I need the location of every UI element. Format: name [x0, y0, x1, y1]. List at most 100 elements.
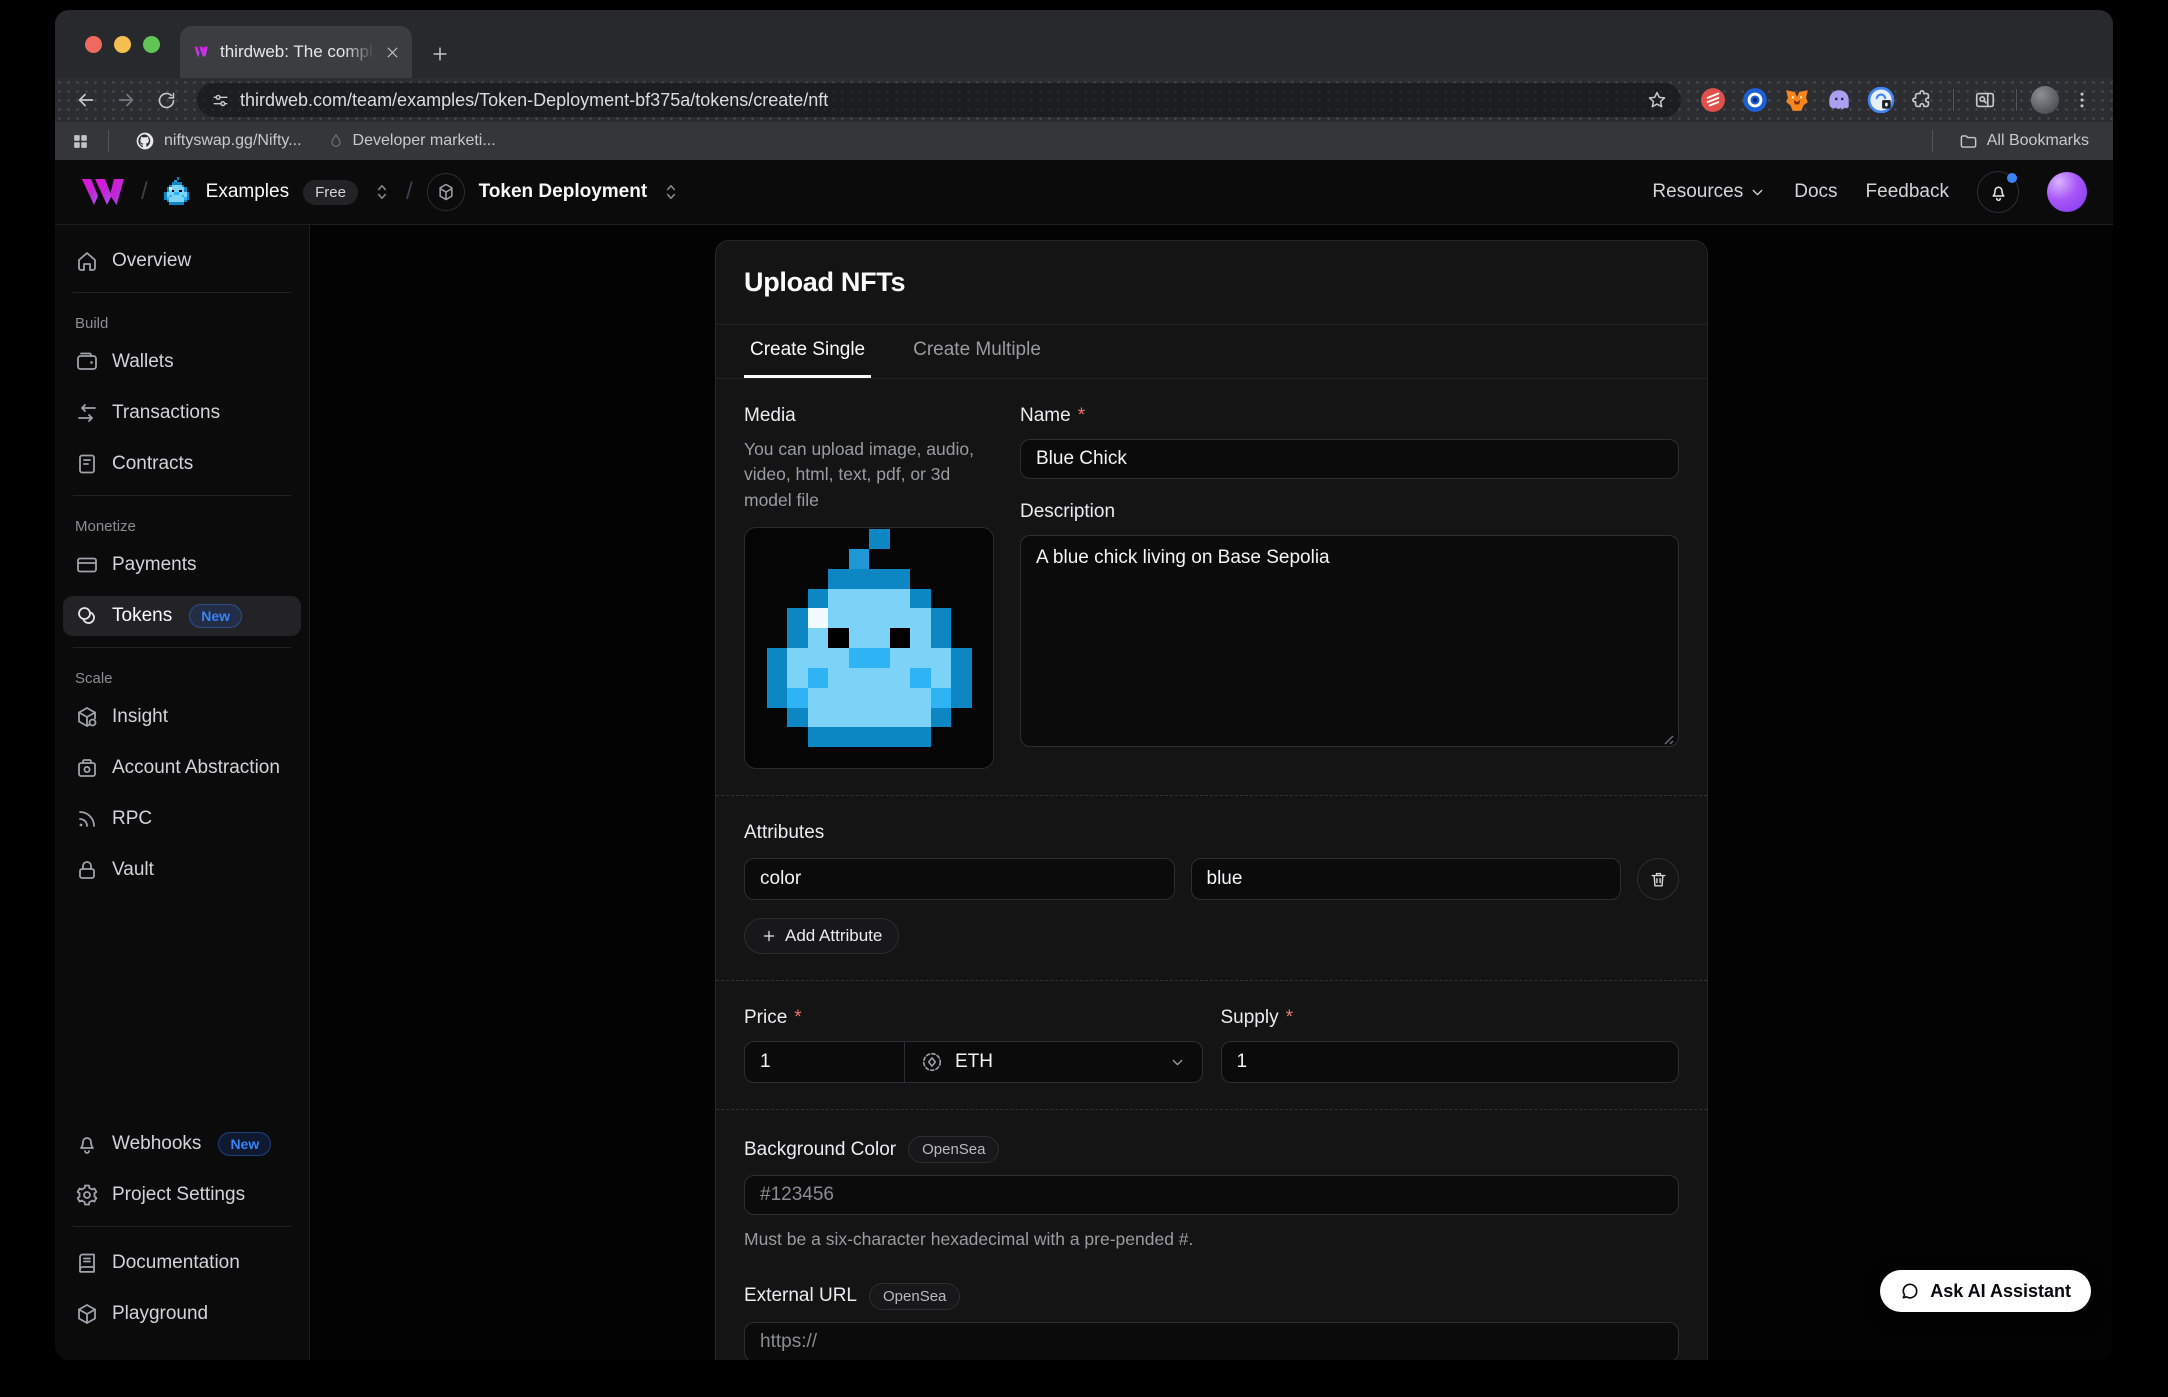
zoom-window-button[interactable]: [143, 36, 160, 53]
browser-menu-kebab-icon[interactable]: [2065, 83, 2099, 117]
contract-icon: [75, 452, 99, 476]
browser-profile-avatar[interactable]: [2031, 86, 2059, 114]
smart-wallet-icon: [75, 756, 99, 780]
name-description-column: Name * Description A blue chick living o…: [1020, 405, 1679, 769]
media-label: Media: [744, 405, 994, 427]
address-bar[interactable]: thirdweb.com/team/examples/Token-Deploym…: [197, 83, 1681, 117]
all-bookmarks-button[interactable]: All Bookmarks: [1951, 132, 2097, 151]
bell-icon: [1988, 182, 2009, 203]
breadcrumb-separator-2: /: [406, 178, 413, 206]
plus-icon: [761, 928, 777, 944]
extension-blue-ring-icon[interactable]: [1742, 87, 1768, 113]
ask-ai-assistant-button[interactable]: Ask AI Assistant: [1880, 1270, 2091, 1312]
sidebar-item-playground[interactable]: Playground: [63, 1294, 301, 1334]
sidebar-item-project-settings[interactable]: Project Settings: [63, 1175, 301, 1215]
sidebar-section-scale: Scale: [63, 664, 301, 697]
minimize-window-button[interactable]: [114, 36, 131, 53]
metamask-icon[interactable]: [1784, 87, 1810, 113]
sidebar: Overview Build Wallets Transactions Co: [55, 225, 310, 1360]
description-textarea[interactable]: A blue chick living on Base Sepolia: [1020, 535, 1679, 747]
bookmark-niftyswap[interactable]: niftyswap.gg/Nifty...: [127, 131, 310, 151]
supply-input[interactable]: [1221, 1041, 1680, 1083]
sidebar-section-monetize: Monetize: [63, 512, 301, 545]
resources-menu[interactable]: Resources: [1652, 181, 1766, 203]
extension-red-icon[interactable]: [1700, 87, 1726, 113]
external-url-label: External URL: [744, 1285, 857, 1307]
forward-icon[interactable]: [109, 83, 143, 117]
sidebar-item-transactions[interactable]: Transactions: [63, 393, 301, 433]
sidebar-item-tokens[interactable]: Tokens New: [63, 596, 301, 636]
sidebar-item-account-abstraction[interactable]: Account Abstraction: [63, 748, 301, 788]
github-icon: [135, 131, 155, 151]
apps-grid-icon[interactable]: [71, 132, 90, 151]
bookmark-label: niftyswap.gg/Nifty...: [164, 132, 302, 150]
extension-lock-icon[interactable]: [1868, 87, 1894, 113]
media-column: Media You can upload image, audio, video…: [744, 405, 994, 769]
sidebar-item-contracts[interactable]: Contracts: [63, 444, 301, 484]
new-tab-button[interactable]: [430, 44, 450, 64]
sidebar-divider: [73, 1226, 291, 1227]
add-attribute-button[interactable]: Add Attribute: [744, 918, 899, 954]
feedback-link[interactable]: Feedback: [1866, 181, 1949, 203]
new-badge: New: [189, 604, 242, 628]
header-actions: Resources Docs Feedback: [1652, 171, 2087, 213]
team-name[interactable]: Examples: [206, 181, 289, 203]
chevron-down-icon: [1169, 1054, 1186, 1071]
price-input[interactable]: [745, 1042, 905, 1082]
sidebar-item-insight[interactable]: Insight: [63, 697, 301, 737]
external-url-input[interactable]: [744, 1322, 1679, 1361]
team-switcher-icon[interactable]: [372, 182, 392, 202]
attribute-row: [744, 858, 1679, 900]
sidebar-item-payments[interactable]: Payments: [63, 545, 301, 585]
thirdweb-logo[interactable]: [81, 177, 127, 207]
trash-icon: [1649, 870, 1668, 889]
tab-create-multiple[interactable]: Create Multiple: [907, 325, 1047, 378]
phantom-icon[interactable]: [1826, 87, 1852, 113]
sidebar-item-vault[interactable]: Vault: [63, 850, 301, 890]
tab-create-single[interactable]: Create Single: [744, 325, 871, 378]
lock-icon: [75, 858, 99, 882]
page-title: Upload NFTs: [744, 267, 1679, 298]
project-icon: [427, 173, 465, 211]
home-icon: [75, 249, 99, 273]
webhook-bell-icon: [75, 1132, 99, 1156]
rss-icon: [75, 807, 99, 831]
docs-link[interactable]: Docs: [1794, 181, 1837, 203]
sidebar-item-documentation[interactable]: Documentation: [63, 1243, 301, 1283]
required-asterisk: *: [1286, 1007, 1293, 1029]
sidebar-item-rpc[interactable]: RPC: [63, 799, 301, 839]
bookmark-label: Developer marketi...: [353, 132, 496, 150]
tab-title: thirdweb: The complete web3: [220, 42, 375, 62]
tab-close-icon[interactable]: [385, 45, 400, 60]
notifications-button[interactable]: [1977, 171, 2019, 213]
site-settings-icon[interactable]: [211, 91, 230, 110]
sidebar-item-wallets[interactable]: Wallets: [63, 342, 301, 382]
supply-field: Supply *: [1221, 1007, 1680, 1083]
sidebar-divider: [73, 292, 291, 293]
back-icon[interactable]: [69, 83, 103, 117]
bookmarks-bar: niftyswap.gg/Nifty... Developer marketi.…: [55, 122, 2113, 160]
bookmark-star-icon[interactable]: [1647, 90, 1667, 110]
attribute-value-input[interactable]: [1191, 858, 1622, 900]
new-badge: New: [218, 1132, 271, 1156]
media-preview[interactable]: [744, 527, 994, 769]
required-asterisk: *: [794, 1007, 801, 1029]
currency-select[interactable]: ETH: [905, 1042, 1202, 1082]
sidebar-item-webhooks[interactable]: Webhooks New: [63, 1124, 301, 1164]
background-color-input[interactable]: [744, 1175, 1679, 1215]
close-window-button[interactable]: [85, 36, 102, 53]
side-panel-search-icon[interactable]: [1968, 83, 2002, 117]
reload-icon[interactable]: [149, 83, 183, 117]
sidebar-item-overview[interactable]: Overview: [63, 241, 301, 281]
name-input[interactable]: [1020, 439, 1679, 479]
extensions-puzzle-icon[interactable]: [1905, 83, 1939, 117]
account-avatar[interactable]: [2047, 172, 2087, 212]
project-switcher-icon[interactable]: [661, 182, 681, 202]
attribute-name-input[interactable]: [744, 858, 1175, 900]
folder-icon: [1959, 132, 1978, 151]
project-name[interactable]: Token Deployment: [479, 181, 648, 203]
breadcrumb: / Examples Free / Token Deployment: [81, 173, 681, 211]
browser-tab[interactable]: thirdweb: The complete web3: [180, 26, 412, 78]
bookmark-developer-marketing[interactable]: Developer marketi...: [320, 132, 504, 150]
delete-attribute-button[interactable]: [1637, 858, 1679, 900]
